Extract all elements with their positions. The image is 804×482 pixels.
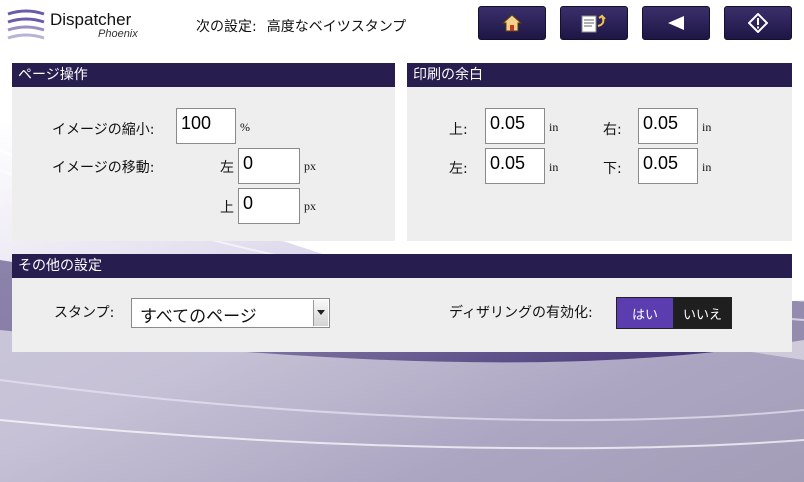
move-top-input[interactable]: 0 [238, 188, 300, 224]
margin-bottom-input[interactable]: 0.05 [638, 148, 698, 184]
edit-button[interactable] [560, 6, 628, 40]
top-bar: Dispatcher Phoenix 次の設定: 高度なベイツスタンプ [0, 0, 804, 56]
margins-title: 印刷の余白 [407, 63, 792, 87]
other-settings-title: その他の設定 [12, 254, 792, 278]
dither-no-button[interactable]: いいえ [674, 298, 731, 328]
home-icon [501, 14, 523, 32]
margin-right-label: 右: [603, 122, 622, 138]
dither-toggle: はい いいえ [616, 297, 732, 329]
move-label: イメージの移動: [52, 160, 155, 176]
margin-top-unit: in [549, 120, 559, 134]
move-left-unit: px [304, 159, 316, 173]
page-ops-panel: ページ操作 イメージの縮小: 100 % イメージの移動: 左 0 px 上 0… [12, 63, 395, 241]
back-button[interactable] [642, 6, 710, 40]
breadcrumb-current: 高度なベイツスタンプ [266, 19, 407, 35]
scale-input[interactable]: 100 [176, 108, 236, 144]
margin-bottom-label: 下: [603, 161, 622, 177]
margin-right-input[interactable]: 0.05 [638, 108, 698, 144]
margin-right-unit: in [702, 120, 712, 134]
app-name: Dispatcher [50, 10, 132, 29]
chevron-down-icon[interactable] [313, 300, 328, 326]
start-diamond-icon [748, 13, 768, 33]
logo-mark-icon [7, 9, 45, 40]
app-logo: Dispatcher Phoenix [6, 6, 146, 46]
other-settings-panel: その他の設定 スタンプ: すべてのページ ディザリングの有効化: はい いいえ [12, 254, 792, 352]
breadcrumb: 次の設定: 高度なベイツスタンプ [196, 16, 406, 36]
margin-left-label: 左: [449, 161, 468, 177]
margin-top-label: 上: [449, 122, 468, 138]
home-button[interactable] [478, 6, 546, 40]
margin-left-input[interactable]: 0.05 [485, 148, 545, 184]
breadcrumb-prefix: 次の設定: [196, 19, 257, 35]
dither-yes-button[interactable]: はい [617, 298, 674, 328]
margins-panel: 印刷の余白 上: 0.05 in 右: 0.05 in 左: 0.05 in 下… [407, 63, 792, 241]
page-ops-title: ページ操作 [12, 63, 395, 87]
move-top-unit: px [304, 199, 316, 213]
move-left-label: 左 [220, 160, 234, 176]
margin-top-input[interactable]: 0.05 [485, 108, 545, 144]
stamp-label: スタンプ: [54, 305, 115, 321]
move-top-label: 上 [220, 200, 234, 216]
start-button[interactable] [724, 6, 792, 40]
stamp-select[interactable]: すべてのページ [131, 298, 330, 328]
dither-label: ディザリングの有効化: [449, 305, 593, 321]
app-subtitle: Phoenix [98, 28, 138, 40]
back-arrow-icon [668, 16, 684, 30]
edit-undo-icon [581, 14, 606, 33]
scale-unit: % [240, 120, 250, 134]
margin-left-unit: in [549, 160, 559, 174]
stamp-select-value: すべてのページ [140, 307, 257, 327]
scale-label: イメージの縮小: [52, 122, 155, 138]
margin-bottom-unit: in [702, 160, 712, 174]
move-left-input[interactable]: 0 [238, 148, 300, 184]
